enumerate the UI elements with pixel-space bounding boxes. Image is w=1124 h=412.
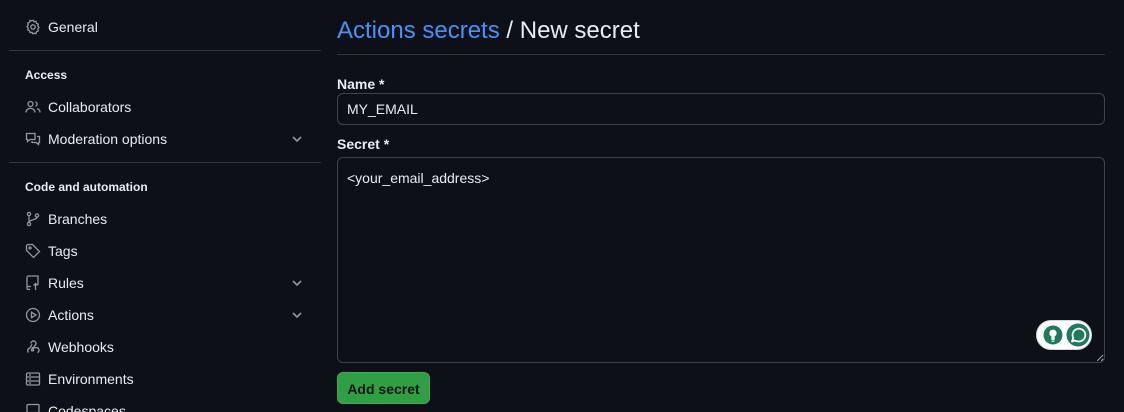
sidebar-item-webhooks[interactable]: Webhooks: [9, 331, 321, 363]
chat-bubble-icon[interactable]: [1066, 323, 1090, 347]
sidebar-item-general[interactable]: General: [9, 11, 321, 43]
section-heading-access: Access: [25, 68, 68, 82]
server-icon: [25, 371, 41, 387]
lightbulb-icon[interactable]: [1043, 325, 1063, 345]
sidebar-item-codespaces[interactable]: Codespaces: [9, 395, 321, 412]
settings-page: General Access Collaborators Moderation …: [0, 0, 1124, 412]
sidebar-item-label: Rules: [48, 275, 84, 291]
sidebar-item-label: Branches: [48, 211, 108, 227]
gear-icon: [25, 19, 41, 35]
chevron-down-icon[interactable]: [289, 275, 305, 291]
sidebar-item-environments[interactable]: Environments: [9, 363, 321, 395]
sidebar-item-label: General: [48, 19, 98, 35]
play-icon: [25, 307, 41, 323]
new-secret-form-area: Actions secrets / New secret Name * Secr…: [337, 0, 1105, 412]
sidebar-item-label: Webhooks: [48, 339, 114, 355]
git-branch-icon: [25, 211, 41, 227]
chevron-down-icon[interactable]: [289, 307, 305, 323]
sidebar-item-label: Moderation options: [48, 131, 168, 147]
sidebar-item-label: Environments: [48, 371, 134, 387]
writing-assistant-widget[interactable]: [1036, 320, 1092, 350]
comment-discussion-icon: [25, 131, 41, 147]
people-icon: [25, 99, 41, 115]
sidebar-item-moderation-options[interactable]: Moderation options: [9, 123, 321, 155]
sidebar-divider: [9, 50, 321, 51]
sidebar-divider: [9, 162, 321, 163]
sidebar-item-label: Tags: [48, 243, 78, 259]
breadcrumb-separator: /: [506, 17, 514, 44]
codespaces-icon: [25, 403, 41, 412]
settings-sidebar: General Access Collaborators Moderation …: [9, 0, 321, 412]
breadcrumb-current: New secret: [519, 17, 640, 44]
sidebar-item-rules[interactable]: Rules: [9, 267, 321, 299]
title-divider: [337, 54, 1105, 55]
name-field-label: Name *: [337, 76, 385, 92]
sidebar-item-label: Codespaces: [48, 403, 126, 412]
secret-name-input[interactable]: [337, 93, 1105, 125]
repo-push-icon: [25, 275, 41, 291]
section-heading-code-and-automation: Code and automation: [25, 180, 148, 194]
tag-icon: [25, 243, 41, 259]
page-title: Actions secrets / New secret: [337, 16, 640, 46]
chevron-down-icon[interactable]: [289, 131, 305, 147]
sidebar-item-actions[interactable]: Actions: [9, 299, 321, 331]
sidebar-item-label: Actions: [48, 307, 94, 323]
breadcrumb-actions-secrets-link[interactable]: Actions secrets: [337, 17, 500, 44]
secret-value-textarea[interactable]: <your_email_address>: [337, 157, 1105, 363]
sidebar-item-label: Collaborators: [48, 99, 132, 115]
sidebar-item-branches[interactable]: Branches: [9, 203, 321, 235]
secret-field-label: Secret *: [337, 136, 390, 152]
webhook-icon: [25, 339, 41, 355]
sidebar-item-collaborators[interactable]: Collaborators: [9, 91, 321, 123]
add-secret-button[interactable]: Add secret: [337, 372, 430, 404]
sidebar-item-tags[interactable]: Tags: [9, 235, 321, 267]
